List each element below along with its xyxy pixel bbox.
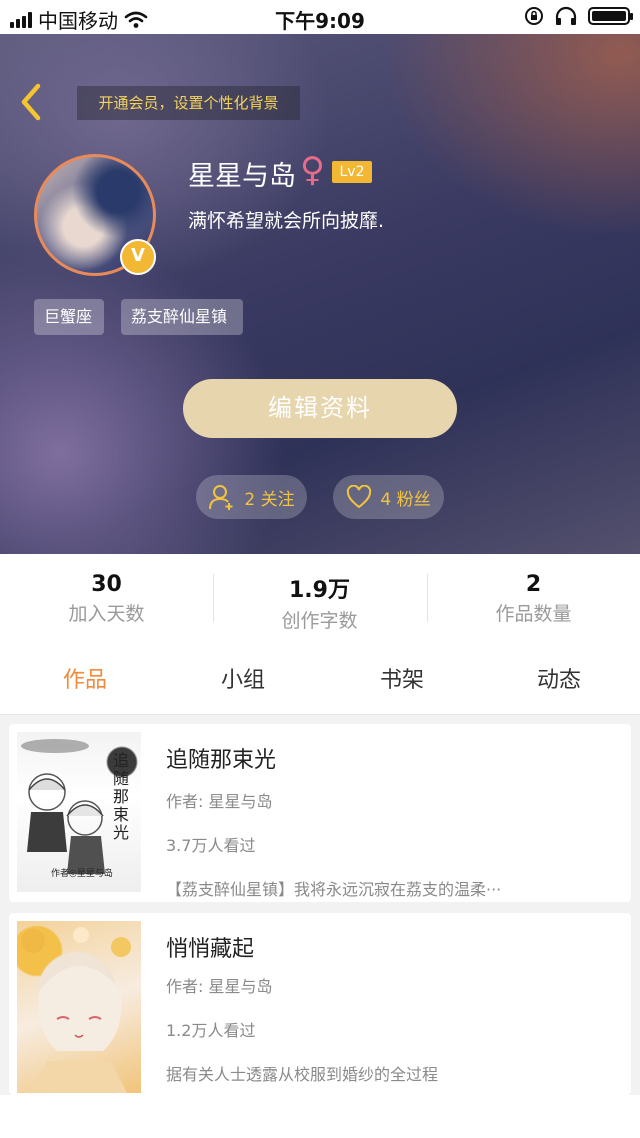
lock-rotation-icon <box>525 7 543 25</box>
cover-title: 追随那束光 <box>113 751 130 842</box>
profile-motto: 满怀希望就会所向披靡. <box>188 210 385 232</box>
stat-days: 30 加入天数 <box>0 572 213 626</box>
vip-badge: V <box>120 239 156 275</box>
tag-zodiac: 巨蟹座 <box>34 299 104 335</box>
heart-icon <box>347 485 372 509</box>
username: 星星与岛 <box>188 161 296 192</box>
book-cover: 追随那束光 作者◎星星与岛 <box>17 732 141 892</box>
vip-background-banner[interactable]: 开通会员，设置个性化背景 <box>77 86 300 120</box>
stat-words-label: 创作字数 <box>281 610 358 632</box>
work-description: 【荔支醉仙星镇】我将永远沉寂在荔支的温柔··· <box>166 880 502 899</box>
level-badge: Lv2 <box>332 161 372 183</box>
work-description: 据有关人士透露从校服到婚纱的全过程 <box>166 1065 439 1084</box>
fans-button[interactable]: 4 粉丝 <box>333 475 444 519</box>
cover-illustration <box>21 927 131 1093</box>
works-list: 追随那束光 作者◎星星与岛 追随那束光 作者: 星星与岛 3.7万人看过 【荔支… <box>0 715 640 1095</box>
fans-label: 4 粉丝 <box>380 489 431 510</box>
book-cover <box>17 921 141 1093</box>
cover-caption: 作者◎星星与岛 <box>51 869 113 879</box>
stats-row: 30 加入天数 1.9万 创作字数 2 作品数量 <box>0 554 640 654</box>
headphones-icon <box>555 6 577 25</box>
add-user-icon <box>209 485 233 510</box>
tab-bookshelf[interactable]: 书架 <box>322 662 482 694</box>
work-title: 悄悄藏起 <box>166 937 255 962</box>
work-views: 1.2万人看过 <box>166 1021 256 1040</box>
female-icon: ♀ <box>300 150 325 190</box>
stat-works: 2 作品数量 <box>427 572 640 626</box>
stat-words: 1.9万 创作字数 <box>213 572 426 633</box>
profile-header: 开通会员，设置个性化背景 V 星星与岛 ♀ Lv2 满怀希望就会所向披靡. 巨蟹… <box>0 34 640 554</box>
tab-groups[interactable]: 小组 <box>163 662 323 694</box>
back-icon[interactable] <box>16 82 46 122</box>
battery-icon <box>588 7 633 25</box>
edit-profile-button[interactable]: 编辑资料 <box>183 379 457 438</box>
status-right <box>524 6 633 26</box>
tab-activity[interactable]: 动态 <box>479 662 639 694</box>
work-views: 3.7万人看过 <box>166 836 256 855</box>
stat-days-label: 加入天数 <box>68 603 145 625</box>
work-author: 作者: 星星与岛 <box>166 977 273 996</box>
work-author: 作者: 星星与岛 <box>166 792 273 811</box>
tag-town: 荔支醉仙星镇 <box>121 299 243 335</box>
following-button[interactable]: 2 关注 <box>196 475 307 519</box>
list-item[interactable]: 悄悄藏起 作者: 星星与岛 1.2万人看过 据有关人士透露从校服到婚纱的全过程 <box>9 913 631 1095</box>
profile-tabs: 作品 小组 书架 动态 <box>0 654 640 715</box>
following-label: 2 关注 <box>244 489 295 510</box>
stat-days-value: 30 <box>91 572 122 597</box>
stat-works-value: 2 <box>525 572 542 597</box>
list-item[interactable]: 追随那束光 作者◎星星与岛 追随那束光 作者: 星星与岛 3.7万人看过 【荔支… <box>9 724 631 902</box>
status-bar: 中国移动 下午9:09 <box>0 0 640 34</box>
tab-works[interactable]: 作品 <box>5 662 165 694</box>
work-title: 追随那束光 <box>166 748 277 773</box>
stat-works-label: 作品数量 <box>495 603 572 625</box>
stat-words-value: 1.9万 <box>289 578 350 603</box>
